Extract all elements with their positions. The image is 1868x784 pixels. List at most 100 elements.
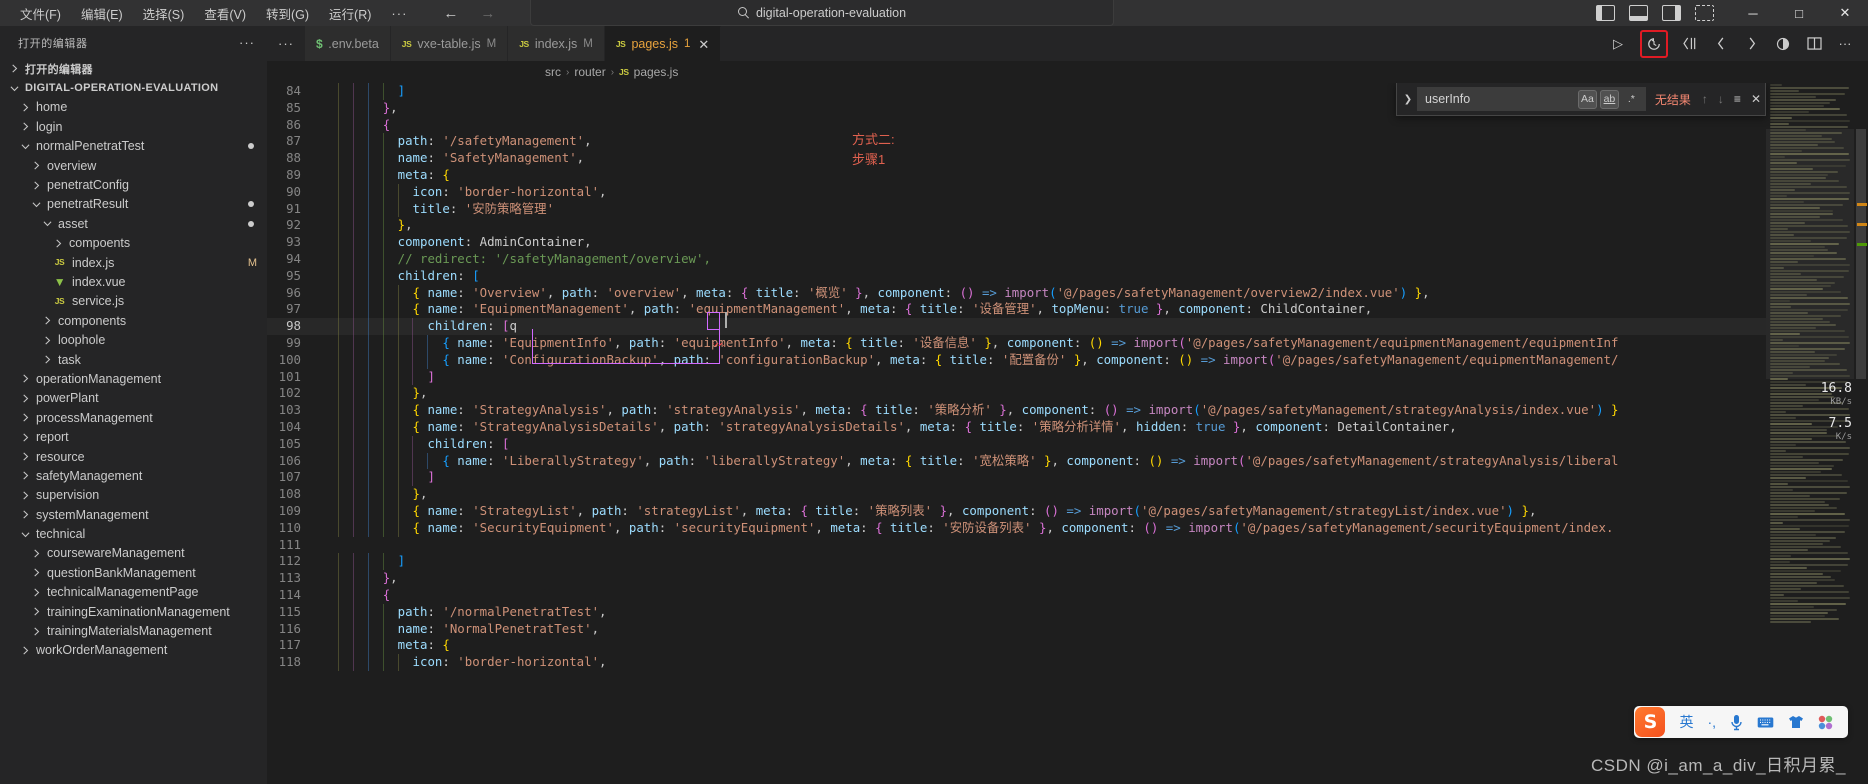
tab-close-icon[interactable]: ✕ — [698, 38, 709, 51]
code-line[interactable]: 101 ] — [267, 369, 1868, 386]
go-back-icon[interactable]: ← — [443, 6, 458, 21]
quick-input-search-box[interactable]: digital-operation-evaluation — [530, 0, 1114, 26]
menu-edit[interactable]: 编辑(E) — [71, 1, 133, 26]
tree-item-supervision[interactable]: supervision — [0, 486, 267, 505]
code-line[interactable]: 111 — [267, 537, 1868, 554]
code-line[interactable]: 108 }, — [267, 486, 1868, 503]
toggle-primary-sidebar-icon[interactable] — [1596, 5, 1615, 21]
window-minimize-button[interactable]: ─ — [1730, 0, 1776, 26]
open-changes-icon[interactable] — [1681, 35, 1699, 53]
breadcrumb-src[interactable]: src — [545, 65, 561, 79]
tree-item-coursewaremanagement[interactable]: coursewareManagement — [0, 544, 267, 563]
code-line[interactable]: 104 { name: 'StrategyAnalysisDetails', p… — [267, 419, 1868, 436]
customize-layout-icon[interactable] — [1695, 5, 1714, 21]
code-line[interactable]: 105 children: [ — [267, 436, 1868, 453]
tree-section[interactable]: 打开的编辑器 — [0, 59, 267, 78]
go-forward-icon[interactable]: → — [480, 6, 495, 21]
toggle-replace-icon[interactable]: ❯ — [1399, 94, 1417, 105]
find-in-selection-icon[interactable]: ≡ — [1734, 92, 1741, 106]
find-close-icon[interactable]: ✕ — [1751, 92, 1761, 106]
timeline-history-icon[interactable] — [1640, 29, 1668, 58]
code-editor[interactable]: 84 ] 85 }, 86 {87 path: '/safetyManagement… — [267, 83, 1868, 784]
code-line[interactable]: 103 { name: 'StrategyAnalysis', path: 's… — [267, 402, 1868, 419]
tree-item-service-js[interactable]: JS service.js — [0, 292, 267, 311]
keyboard-icon[interactable] — [1750, 716, 1781, 729]
ime-toolbar[interactable]: S 英 ·, — [1634, 706, 1848, 738]
find-next-icon[interactable]: ↓ — [1718, 92, 1724, 106]
tree-item-components[interactable]: components — [0, 311, 267, 330]
tree-item-trainingexaminationmanagement[interactable]: trainingExaminationManagement — [0, 602, 267, 621]
tree-item-loophole[interactable]: loophole — [0, 330, 267, 349]
menu-run[interactable]: 运行(R) — [319, 1, 381, 26]
run-code-icon[interactable]: ▷ — [1609, 35, 1627, 53]
tree-item-overview[interactable]: overview — [0, 156, 267, 175]
find-input[interactable]: userInfo Aa ab .* — [1417, 87, 1646, 111]
code-line[interactable]: 106 { name: 'LiberallyStrategy', path: '… — [267, 453, 1868, 470]
apps-icon[interactable] — [1811, 715, 1840, 730]
tree-item-index-vue[interactable]: ▼ index.vue — [0, 272, 267, 291]
code-line[interactable]: 93 component: AdminContainer, — [267, 234, 1868, 251]
toggle-panel-icon[interactable] — [1629, 5, 1648, 21]
file-tree[interactable]: 打开的编辑器 DIGITAL-OPERATION-EVALUATION home lo… — [0, 59, 267, 784]
tree-item-index-js[interactable]: JS index.js M — [0, 253, 267, 272]
tree-item-compoents[interactable]: compoents — [0, 234, 267, 253]
code-line[interactable]: 96 { name: 'Overview', path: 'overview',… — [267, 285, 1868, 302]
code-line[interactable]: 112 ] — [267, 553, 1868, 570]
editor-tab-env-beta[interactable]: $ .env.beta — [305, 26, 391, 61]
code-line[interactable]: 94 // redirect: '/safetyManagement/overv… — [267, 251, 1868, 268]
ime-punctuation-toggle[interactable]: ·, — [1700, 714, 1723, 730]
editor-tab-vxe-table-js[interactable]: JS vxe-table.js M — [390, 26, 509, 61]
menu-selection[interactable]: 选择(S) — [133, 1, 195, 26]
code-lines[interactable]: 84 ] 85 }, 86 {87 path: '/safetyManagement… — [267, 83, 1868, 784]
code-line[interactable]: 113 }, — [267, 570, 1868, 587]
code-line[interactable]: 92 }, — [267, 217, 1868, 234]
tree-item-workordermanagement[interactable]: workOrderManagement — [0, 641, 267, 660]
code-line[interactable]: 97 { name: 'EquipmentManagement', path: … — [267, 301, 1868, 318]
vertical-scrollbar[interactable] — [1854, 83, 1868, 784]
tree-item-technical[interactable]: technical — [0, 524, 267, 543]
code-line[interactable]: 109 { name: 'StrategyList', path: 'strat… — [267, 503, 1868, 520]
tree-item-normalpenetrattest[interactable]: normalPenetratTest — [0, 137, 267, 156]
tree-item-asset[interactable]: asset — [0, 214, 267, 233]
code-line[interactable]: 115 path: '/normalPenetratTest', — [267, 604, 1868, 621]
tree-item-operationmanagement[interactable]: operationManagement — [0, 369, 267, 388]
tree-item-trainingmaterialsmanagement[interactable]: trainingMaterialsManagement — [0, 621, 267, 640]
window-close-button[interactable]: ✕ — [1822, 0, 1868, 26]
split-editor-icon[interactable] — [1805, 35, 1823, 53]
tree-item-report[interactable]: report — [0, 427, 267, 446]
whole-word-toggle[interactable]: ab — [1599, 89, 1619, 109]
regex-toggle[interactable]: .* — [1622, 90, 1641, 109]
breadcrumb-file[interactable]: pages.js — [634, 65, 679, 79]
tree-item-questionbankmanagement[interactable]: questionBankManagement — [0, 563, 267, 582]
tree-item-processmanagement[interactable]: processManagement — [0, 408, 267, 427]
code-line[interactable]: 118 icon: 'border-horizontal', — [267, 654, 1868, 671]
code-line[interactable]: 102 }, — [267, 385, 1868, 402]
code-line[interactable]: 98 children: [q — [267, 318, 1868, 335]
next-change-icon[interactable] — [1743, 35, 1761, 53]
tree-item-task[interactable]: task — [0, 350, 267, 369]
menu-view[interactable]: 查看(V) — [194, 1, 256, 26]
menu-file[interactable]: 文件(F) — [10, 1, 71, 26]
code-line[interactable]: 107 ] — [267, 469, 1868, 486]
code-line[interactable]: 117 meta: { — [267, 637, 1868, 654]
code-line[interactable]: 89 meta: { — [267, 167, 1868, 184]
tree-item-penetratresult[interactable]: penetratResult — [0, 195, 267, 214]
menu-go[interactable]: 转到(G) — [256, 1, 319, 26]
code-line[interactable]: 91 title: '安防策略管理' — [267, 201, 1868, 218]
find-previous-icon[interactable]: ↑ — [1702, 92, 1708, 106]
editor-tab-pages-js[interactable]: JS pages.js 1 ✕ — [604, 26, 722, 61]
code-line[interactable]: 87 path: '/safetyManagement', — [267, 133, 1868, 150]
tree-item-login[interactable]: login — [0, 117, 267, 136]
code-line[interactable]: 110 { name: 'SecurityEquipment', path: '… — [267, 520, 1868, 537]
code-line[interactable]: 86 { — [267, 117, 1868, 134]
microphone-icon[interactable] — [1723, 714, 1750, 731]
skin-icon[interactable] — [1781, 715, 1811, 729]
scrollbar-thumb[interactable] — [1856, 129, 1866, 379]
tree-item-home[interactable]: home — [0, 98, 267, 117]
find-widget[interactable]: ❯ userInfo Aa ab .* 无结果 ↑ ↓ ≡ ✕ — [1396, 83, 1766, 116]
code-line[interactable]: 116 name: 'NormalPenetratTest', — [267, 621, 1868, 638]
editor-more-actions-icon[interactable]: ··· — [1836, 35, 1854, 53]
code-line[interactable]: 100 { name: 'ConfigurationBackup', path:… — [267, 352, 1868, 369]
tree-item-safetymanagement[interactable]: safetyManagement — [0, 466, 267, 485]
previous-change-icon[interactable] — [1712, 35, 1730, 53]
